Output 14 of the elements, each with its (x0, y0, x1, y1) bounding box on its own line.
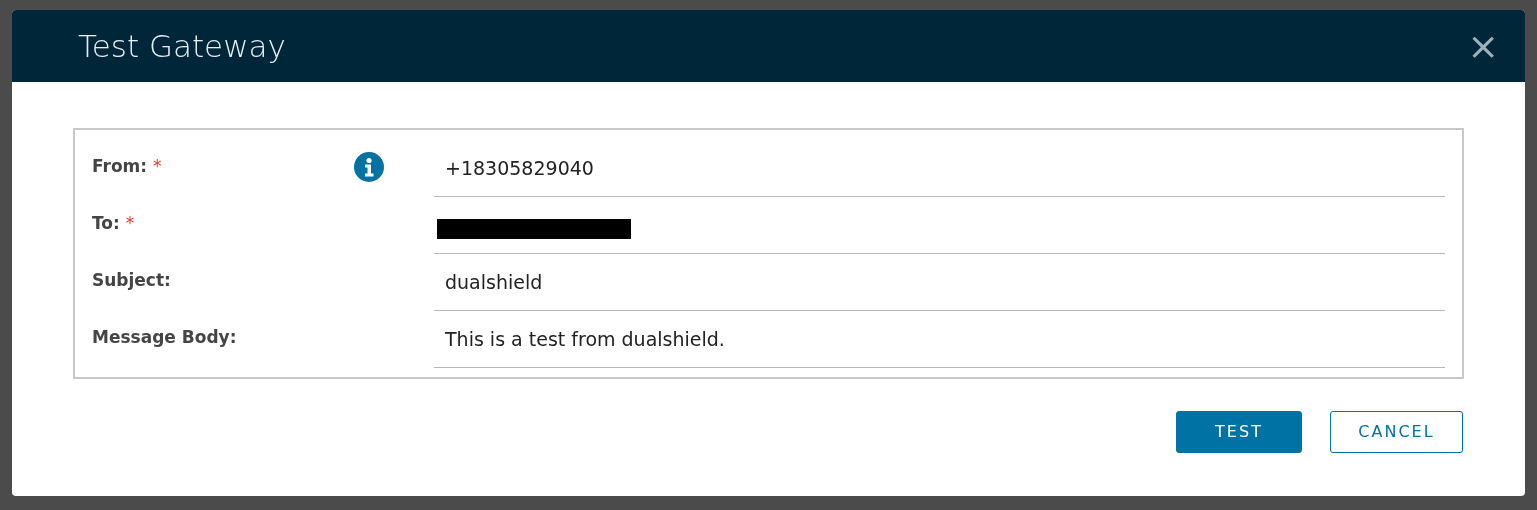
test-button[interactable]: TEST (1176, 411, 1302, 453)
cancel-button[interactable]: CANCEL (1330, 411, 1463, 453)
input-field[interactable]: +18305829040 (434, 140, 1445, 197)
required-mark: * (153, 156, 162, 176)
field-label: Subject: (92, 270, 171, 290)
field-label: From: (92, 156, 148, 176)
close-button[interactable]: × (1461, 27, 1505, 65)
input-field[interactable]: dualshield (434, 254, 1445, 311)
input-field[interactable]: This is a test from dualshield. (434, 311, 1445, 368)
field-label: To: (92, 213, 120, 233)
required-mark: * (125, 213, 135, 233)
field-label: Message Body: (92, 327, 237, 347)
dialog-title: Test Gateway (78, 26, 286, 66)
info-icon[interactable] (354, 152, 384, 182)
